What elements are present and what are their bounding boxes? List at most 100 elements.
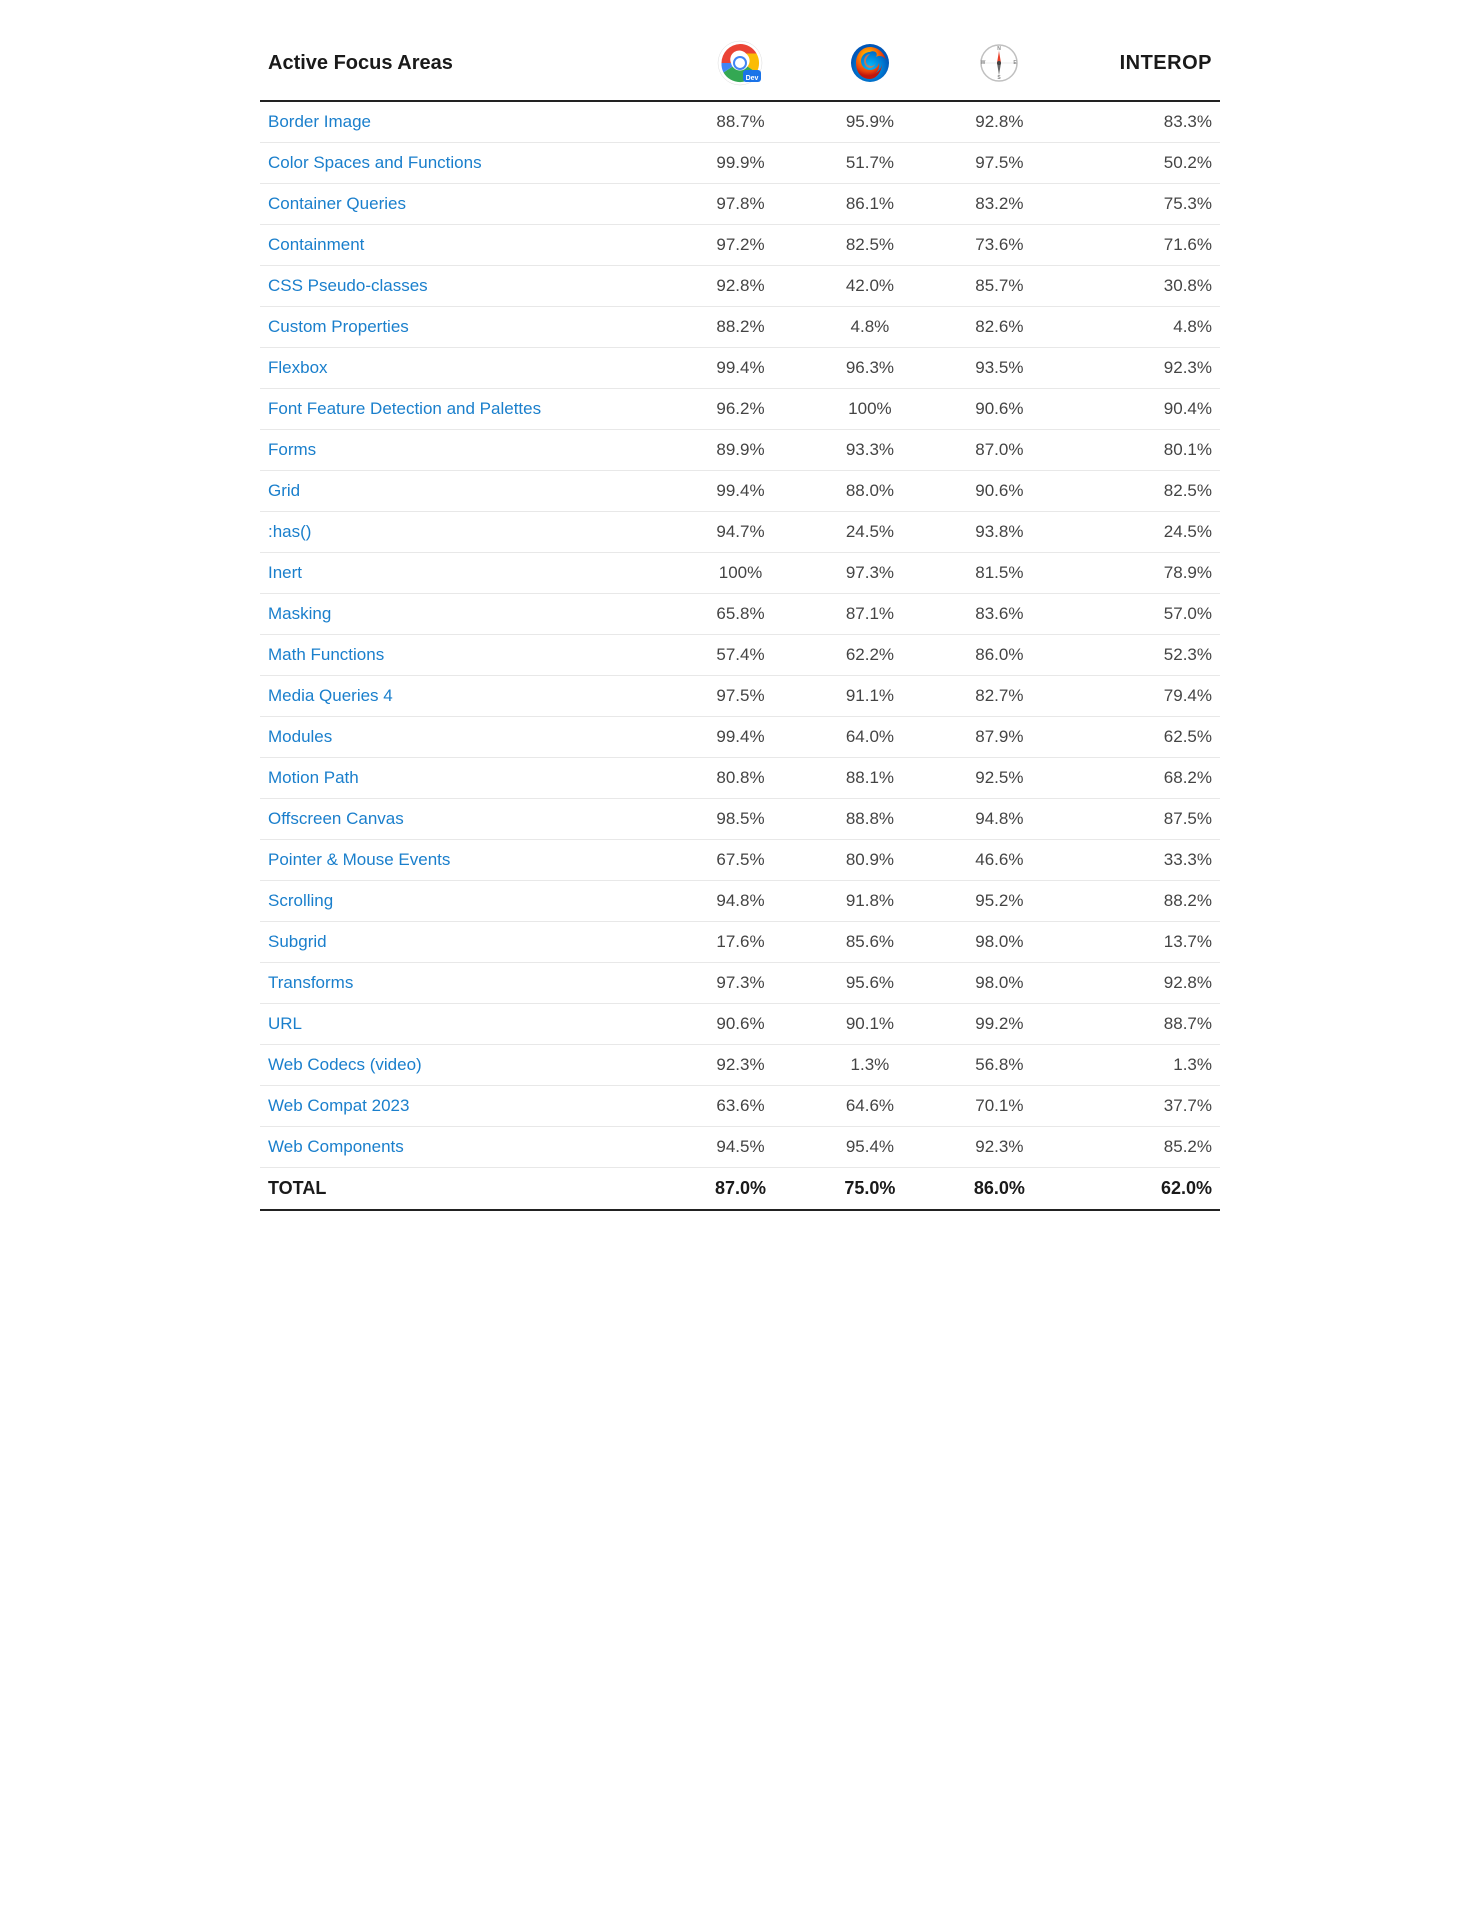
interop-value: 82.5% [1064, 471, 1220, 512]
area-name-cell[interactable]: Containment [260, 225, 676, 266]
chrome-value: 67.5% [676, 840, 805, 881]
area-name-cell[interactable]: Scrolling [260, 881, 676, 922]
firefox-value: 80.9% [805, 840, 934, 881]
safari-value: 93.5% [935, 348, 1064, 389]
area-name-cell[interactable]: Modules [260, 717, 676, 758]
chrome-value: 99.9% [676, 143, 805, 184]
area-column-header: Active Focus Areas [260, 30, 676, 101]
safari-value: 98.0% [935, 922, 1064, 963]
interop-value: 37.7% [1064, 1086, 1220, 1127]
area-name-cell[interactable]: Web Codecs (video) [260, 1045, 676, 1086]
chrome-value: 89.9% [676, 430, 805, 471]
interop-value: 78.9% [1064, 553, 1220, 594]
chrome-value: 97.5% [676, 676, 805, 717]
table-row: Containment97.2%82.5%73.6%71.6% [260, 225, 1220, 266]
table-row: Math Functions57.4%62.2%86.0%52.3% [260, 635, 1220, 676]
area-name-cell[interactable]: Custom Properties [260, 307, 676, 348]
firefox-value: 91.1% [805, 676, 934, 717]
firefox-value: 1.3% [805, 1045, 934, 1086]
area-name-cell[interactable]: Forms [260, 430, 676, 471]
safari-value: 87.0% [935, 430, 1064, 471]
interop-value: 88.2% [1064, 881, 1220, 922]
area-name-cell[interactable]: Math Functions [260, 635, 676, 676]
firefox-value: 91.8% [805, 881, 934, 922]
safari-value: 86.0% [935, 635, 1064, 676]
safari-column-header: N S E W [935, 30, 1064, 101]
chrome-value: 98.5% [676, 799, 805, 840]
firefox-value: 93.3% [805, 430, 934, 471]
chrome-value: 99.4% [676, 471, 805, 512]
area-name-cell[interactable]: CSS Pseudo-classes [260, 266, 676, 307]
table-row: Grid99.4%88.0%90.6%82.5% [260, 471, 1220, 512]
interop-value: 13.7% [1064, 922, 1220, 963]
chrome-value: 90.6% [676, 1004, 805, 1045]
safari-value: 85.7% [935, 266, 1064, 307]
safari-value: 98.0% [935, 963, 1064, 1004]
safari-value: 83.6% [935, 594, 1064, 635]
table-row: Masking65.8%87.1%83.6%57.0% [260, 594, 1220, 635]
chrome-value: 100% [676, 553, 805, 594]
chrome-value: 17.6% [676, 922, 805, 963]
area-name-cell[interactable]: Masking [260, 594, 676, 635]
area-name-cell[interactable]: Color Spaces and Functions [260, 143, 676, 184]
table-row: Font Feature Detection and Palettes96.2%… [260, 389, 1220, 430]
svg-text:Dev: Dev [746, 75, 759, 82]
chrome-value: 88.2% [676, 307, 805, 348]
area-name-cell[interactable]: Inert [260, 553, 676, 594]
interop-value: 68.2% [1064, 758, 1220, 799]
firefox-value: 64.0% [805, 717, 934, 758]
firefox-value: 42.0% [805, 266, 934, 307]
area-name-cell[interactable]: Subgrid [260, 922, 676, 963]
area-name-cell[interactable]: Web Compat 2023 [260, 1086, 676, 1127]
svg-text:W: W [981, 60, 986, 66]
interop-value: 57.0% [1064, 594, 1220, 635]
table-row: Web Codecs (video)92.3%1.3%56.8%1.3% [260, 1045, 1220, 1086]
interop-value: 83.3% [1064, 101, 1220, 143]
safari-value: 46.6% [935, 840, 1064, 881]
chrome-value: 57.4% [676, 635, 805, 676]
svg-text:N: N [998, 46, 1002, 52]
table-row: Inert100%97.3%81.5%78.9% [260, 553, 1220, 594]
chrome-value: 92.3% [676, 1045, 805, 1086]
area-name-cell[interactable]: Font Feature Detection and Palettes [260, 389, 676, 430]
area-name-cell[interactable]: Transforms [260, 963, 676, 1004]
safari-value: 70.1% [935, 1086, 1064, 1127]
table-row: Scrolling94.8%91.8%95.2%88.2% [260, 881, 1220, 922]
area-name-cell[interactable]: Container Queries [260, 184, 676, 225]
interop-value: 88.7% [1064, 1004, 1220, 1045]
chrome-value: 92.8% [676, 266, 805, 307]
table-row: Forms89.9%93.3%87.0%80.1% [260, 430, 1220, 471]
chrome-value: 80.8% [676, 758, 805, 799]
area-name-cell[interactable]: :has() [260, 512, 676, 553]
safari-value: 95.2% [935, 881, 1064, 922]
area-name-cell[interactable]: Grid [260, 471, 676, 512]
area-name-cell[interactable]: Web Components [260, 1127, 676, 1168]
chrome-value: 94.7% [676, 512, 805, 553]
interop-value: 30.8% [1064, 266, 1220, 307]
interop-value: 50.2% [1064, 143, 1220, 184]
area-name-cell[interactable]: Motion Path [260, 758, 676, 799]
table-row: URL90.6%90.1%99.2%88.7% [260, 1004, 1220, 1045]
safari-value: 83.2% [935, 184, 1064, 225]
area-name-cell[interactable]: Border Image [260, 101, 676, 143]
area-name-cell[interactable]: Media Queries 4 [260, 676, 676, 717]
area-name-cell[interactable]: Flexbox [260, 348, 676, 389]
chrome-value: 96.2% [676, 389, 805, 430]
firefox-value: 90.1% [805, 1004, 934, 1045]
total-interop-value: 62.0% [1064, 1168, 1220, 1211]
table-row: Custom Properties88.2%4.8%82.6%4.8% [260, 307, 1220, 348]
interop-value: 4.8% [1064, 307, 1220, 348]
safari-value: 87.9% [935, 717, 1064, 758]
firefox-value: 96.3% [805, 348, 934, 389]
interop-value: 71.6% [1064, 225, 1220, 266]
area-name-cell[interactable]: Pointer & Mouse Events [260, 840, 676, 881]
area-name-cell[interactable]: URL [260, 1004, 676, 1045]
chrome-dev-icon: Dev [717, 40, 763, 86]
firefox-value: 86.1% [805, 184, 934, 225]
safari-value: 92.5% [935, 758, 1064, 799]
table-row: CSS Pseudo-classes92.8%42.0%85.7%30.8% [260, 266, 1220, 307]
safari-value: 94.8% [935, 799, 1064, 840]
area-name-cell[interactable]: Offscreen Canvas [260, 799, 676, 840]
safari-value: 73.6% [935, 225, 1064, 266]
firefox-value: 88.1% [805, 758, 934, 799]
